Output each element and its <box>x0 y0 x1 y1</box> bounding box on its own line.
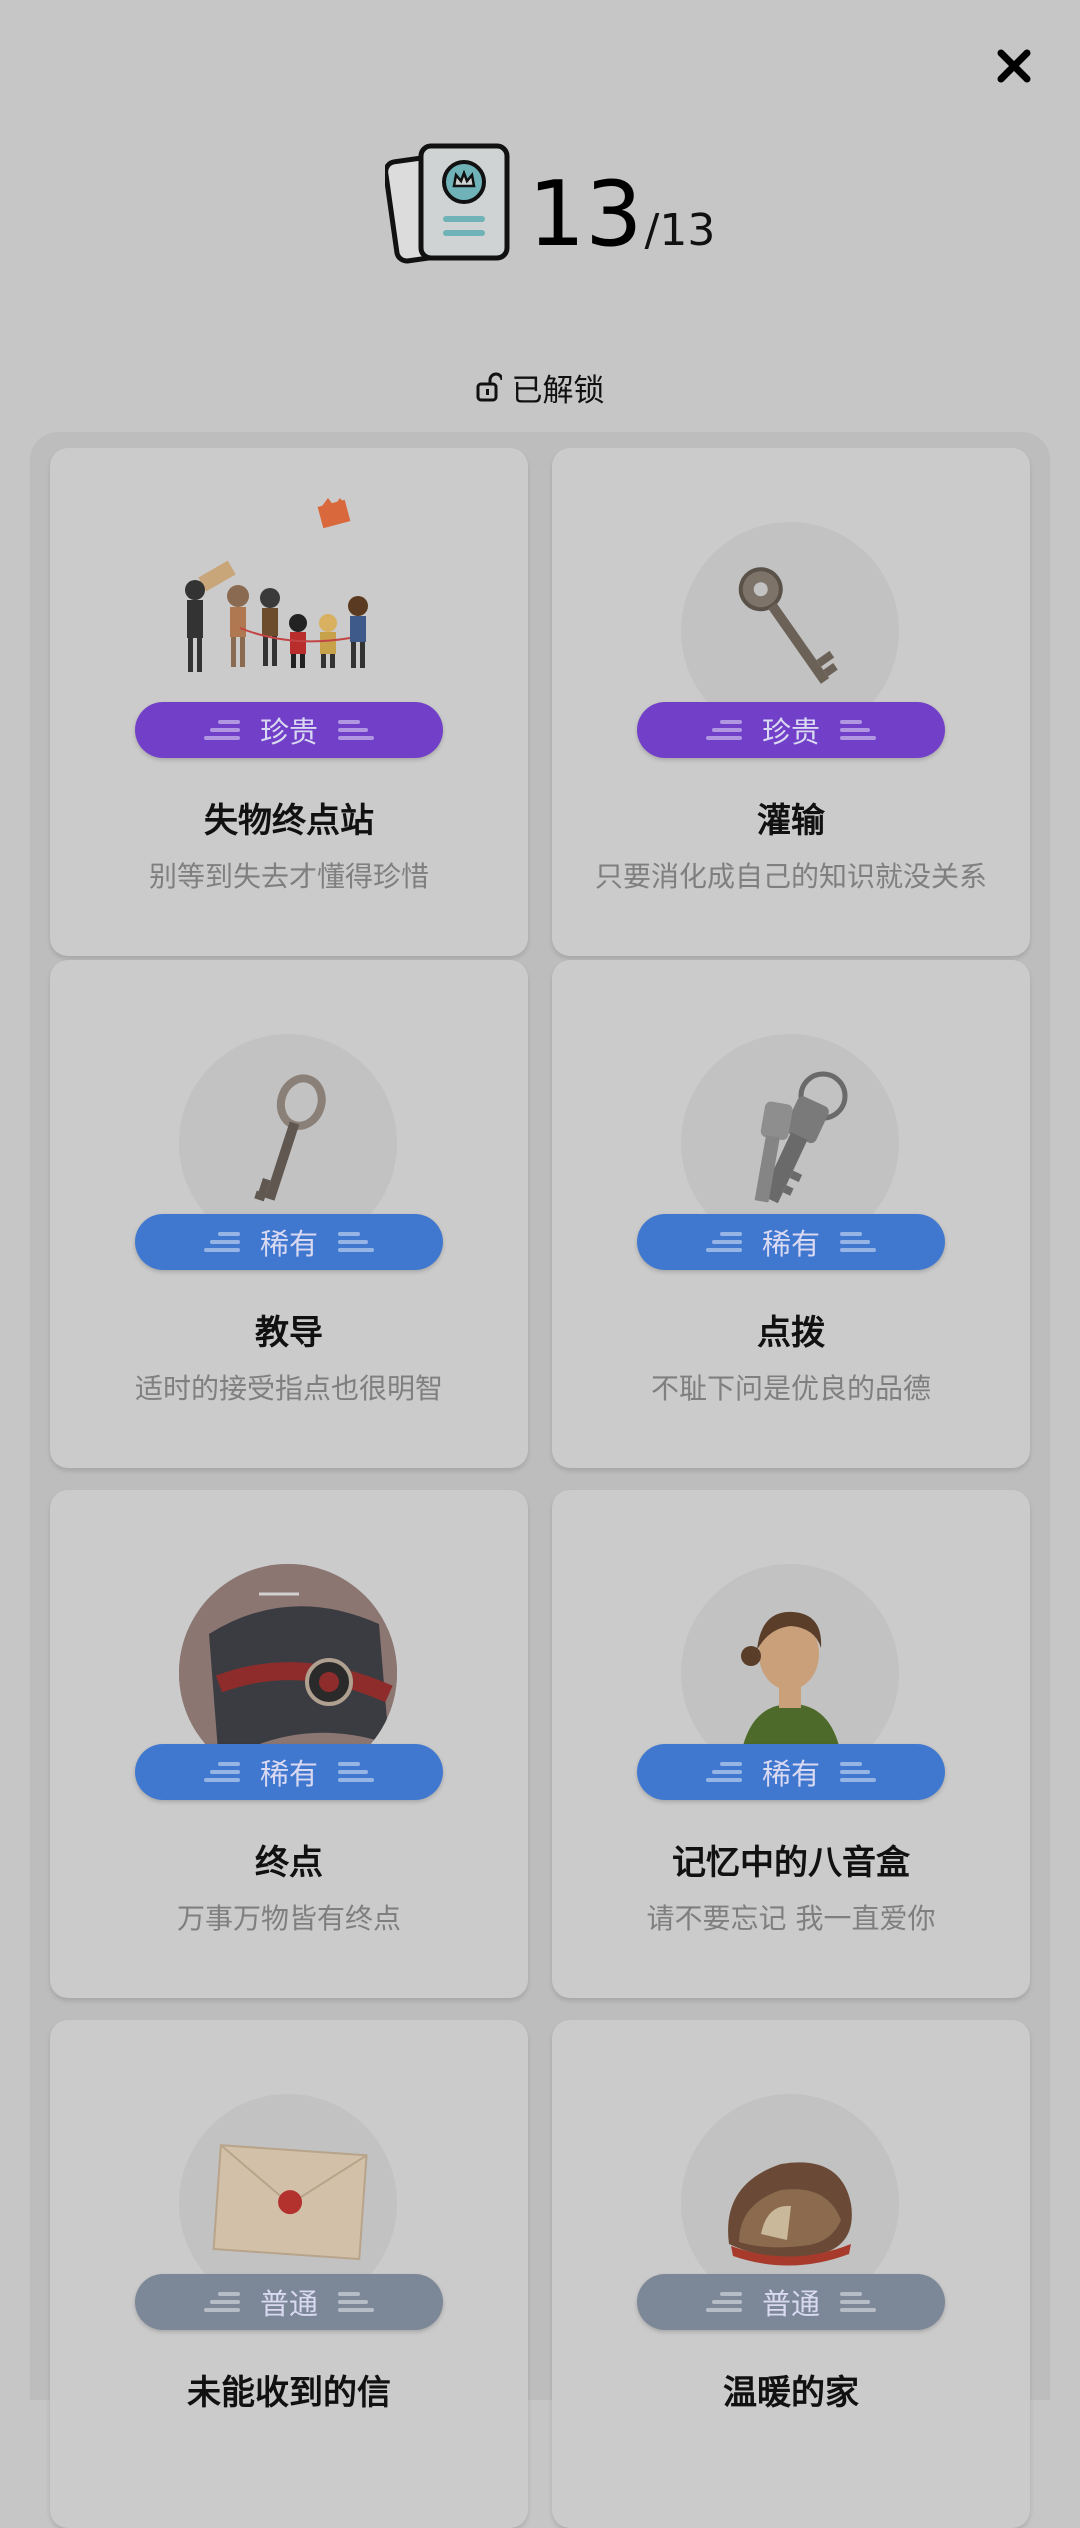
card-description: 请不要忘记 我一直爱你 <box>646 1902 936 1935</box>
rarity-badge: 珍贵 <box>637 702 945 758</box>
rarity-label: 普通 <box>761 2287 820 2321</box>
close-icon <box>997 49 1031 83</box>
card-title: 终点 <box>255 1843 323 1883</box>
card-title: 未能收到的信 <box>187 2373 391 2413</box>
badge-stripes-left <box>705 720 742 740</box>
card-title: 失物终点站 <box>204 801 374 841</box>
rarity-label: 珍贵 <box>761 715 820 749</box>
rarity-label: 普通 <box>259 2287 318 2321</box>
collection-header: 13 /13 <box>0 140 1080 270</box>
total-count: /13 <box>644 205 716 257</box>
rarity-badge: 普通 <box>637 2274 945 2330</box>
card-title: 教导 <box>255 1313 323 1353</box>
badge-stripes-right <box>338 2292 374 2312</box>
badge-stripes-left <box>203 720 240 740</box>
badge-stripes-right <box>840 1232 876 1252</box>
rarity-badge: 普通 <box>135 2274 443 2330</box>
rarity-label: 珍贵 <box>259 715 318 749</box>
card-description: 不耻下问是优良的品德 <box>650 1372 931 1405</box>
unlock-icon <box>476 372 502 402</box>
badge-stripes-left <box>705 2292 742 2312</box>
card-grid: 珍贵 失物终点站 别等到失去才懂得珍惜 珍贵 灌输 只要消化成自己的知识就没关系… <box>30 432 1050 2528</box>
card-guidance[interactable]: 稀有 教导 适时的接受指点也很明智 <box>50 960 528 1468</box>
card-title: 温暖的家 <box>723 2373 859 2413</box>
rarity-badge: 稀有 <box>135 1744 443 1800</box>
close-button[interactable] <box>994 46 1034 86</box>
badge-stripes-left <box>203 1232 240 1252</box>
badge-stripes-right <box>840 1762 876 1782</box>
badge-stripes-left <box>705 1762 742 1782</box>
rarity-label: 稀有 <box>259 1757 318 1791</box>
badge-stripes-right <box>840 720 876 740</box>
card-title: 灌输 <box>757 801 825 841</box>
unlocked-filter[interactable]: 已解锁 <box>0 362 1080 412</box>
badge-stripes-right <box>338 1762 374 1782</box>
card-description: 万事万物皆有终点 <box>176 1902 401 1935</box>
card-instill[interactable]: 珍贵 灌输 只要消化成自己的知识就没关系 <box>552 448 1030 956</box>
card-warm-home[interactable]: 普通 温暖的家 <box>552 2020 1030 2528</box>
card-title: 点拨 <box>757 1313 825 1353</box>
badge-stripes-left <box>705 1232 742 1252</box>
rarity-badge: 稀有 <box>637 1214 945 1270</box>
card-title: 记忆中的八音盒 <box>672 1843 910 1883</box>
card-description: 适时的接受指点也很明智 <box>134 1372 443 1405</box>
group-of-people-illustration <box>185 498 368 672</box>
card-lost-terminal[interactable]: 珍贵 失物终点站 别等到失去才懂得珍惜 <box>50 448 528 956</box>
rarity-label: 稀有 <box>259 1227 318 1261</box>
unlocked-label: 已解锁 <box>511 372 605 409</box>
collection-count: 13 /13 <box>528 150 715 260</box>
badge-stripes-right <box>840 2292 876 2312</box>
card-pointer[interactable]: 稀有 点拨 不耻下问是优良的品德 <box>552 960 1030 1468</box>
rarity-badge: 珍贵 <box>135 702 443 758</box>
card-undelivered-letter[interactable]: 普通 未能收到的信 <box>50 2020 528 2528</box>
rarity-badge: 稀有 <box>135 1214 443 1270</box>
card-description: 别等到失去才懂得珍惜 <box>148 860 429 893</box>
card-music-box[interactable]: 稀有 记忆中的八音盒 请不要忘记 我一直爱你 <box>552 1490 1030 1998</box>
rarity-badge: 稀有 <box>637 1744 945 1800</box>
rarity-label: 稀有 <box>761 1757 820 1791</box>
badge-stripes-right <box>338 1232 374 1252</box>
rarity-label: 稀有 <box>761 1227 820 1261</box>
collected-count: 13 <box>528 162 643 267</box>
badge-stripes-left <box>203 1762 240 1782</box>
card-description: 只要消化成自己的知识就没关系 <box>594 860 987 893</box>
card-collection-icon <box>385 143 510 264</box>
badge-stripes-right <box>338 720 374 740</box>
card-destination[interactable]: 稀有 终点 万事万物皆有终点 <box>50 1490 528 1998</box>
badge-stripes-left <box>203 2292 240 2312</box>
